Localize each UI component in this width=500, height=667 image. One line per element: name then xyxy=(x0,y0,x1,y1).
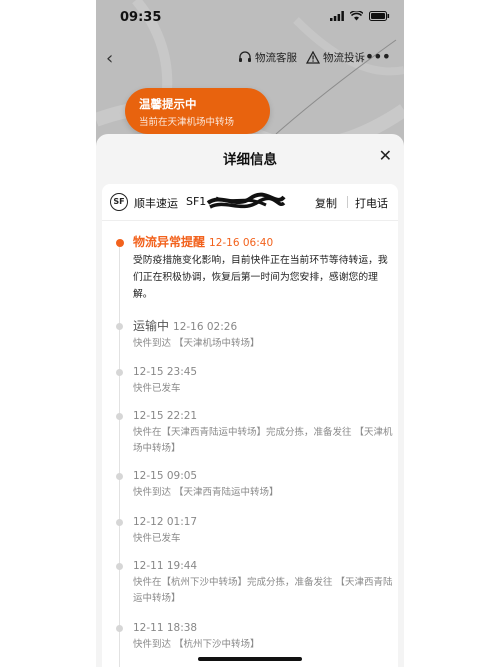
timeline-dot xyxy=(115,239,124,247)
event-time: 12-16 02:26 xyxy=(173,321,238,333)
sf-logo-icon: SF xyxy=(110,193,128,211)
hint-subtitle: 当前在天津机场中转场 xyxy=(139,117,235,128)
signal-icon xyxy=(330,11,344,21)
phone-screen: 09:35 ‹ 物流客服 物流投诉 ••• 温馨提示中 当前在天津机场中转场 详… xyxy=(96,0,404,667)
event-description: 快件已发车 xyxy=(133,533,181,544)
warning-icon xyxy=(306,51,320,64)
event-description: 快件已发车 xyxy=(133,383,181,394)
nav-bar: ‹ 物流客服 物流投诉 ••• xyxy=(96,44,404,74)
event-description: 受防疫措施变化影响，目前快件正在当前环节等待转运，我们正在积极协调，恢复后第一时… xyxy=(133,255,388,300)
more-icon[interactable]: ••• xyxy=(365,47,391,66)
copy-button[interactable]: 复制 xyxy=(315,195,337,211)
event-time: 12-15 22:21 xyxy=(133,410,198,422)
home-indicator[interactable] xyxy=(198,657,302,661)
timeline-event: 12-15 09:05 快件到达 【天津西青陆运中转场】 xyxy=(116,468,393,501)
detail-sheet: 详细信息 ✕ SF 顺丰速运 SF1 复制 打电话 物流异常提醒 12-16 0… xyxy=(96,134,404,667)
event-time: 12-15 23:45 xyxy=(133,366,198,378)
timeline-dot xyxy=(116,563,123,570)
timeline-event: 12-12 01:17 快件已发车 xyxy=(116,514,393,547)
timeline-event: 12-15 23:45 快件已发车 xyxy=(116,364,393,397)
timeline-dot xyxy=(116,413,123,420)
timeline-dot xyxy=(116,323,123,330)
timeline-dot xyxy=(116,369,123,376)
call-button[interactable]: 打电话 xyxy=(355,195,388,211)
event-time: 12-11 19:44 xyxy=(133,560,198,572)
timeline-event: 物流异常提醒 12-16 06:40 受防疫措施变化影响，目前快件正在当前环节等待… xyxy=(115,234,393,303)
timeline-event: 12-11 18:38 快件到达 【杭州下沙中转场】 xyxy=(116,620,393,653)
status-time: 09:35 xyxy=(120,10,162,25)
status-icons xyxy=(330,11,390,21)
complaint-label: 物流投诉 xyxy=(323,52,365,64)
customer-service-label: 物流客服 xyxy=(255,52,297,64)
waybill-number: SF1 xyxy=(186,195,207,208)
close-icon[interactable]: ✕ xyxy=(379,146,392,165)
event-time: 12-15 09:05 xyxy=(133,470,198,482)
timeline-line xyxy=(119,246,120,667)
tracking-card: SF 顺丰速运 SF1 复制 打电话 物流异常提醒 12-16 06:40 受防疫 xyxy=(102,184,398,667)
event-time: 12-12 01:17 xyxy=(133,516,198,528)
event-status: 物流异常提醒 xyxy=(133,235,206,249)
event-description: 快件在【天津西青陆运中转场】完成分拣，准备发往 【天津机场中转场】 xyxy=(133,427,393,454)
customer-service-button[interactable]: 物流客服 xyxy=(238,50,297,65)
timeline-event: 12-11 19:44 快件在【杭州下沙中转场】完成分拣，准备发往 【天津西青陆… xyxy=(116,558,393,606)
event-time: 12-16 06:40 xyxy=(209,237,274,249)
back-icon[interactable]: ‹ xyxy=(106,48,113,69)
waybill-row: SF 顺丰速运 SF1 复制 打电话 xyxy=(102,184,398,221)
event-status: 运输中 xyxy=(133,319,170,333)
event-description: 快件在【杭州下沙中转场】完成分拣，准备发往 【天津西青陆运中转场】 xyxy=(133,577,393,604)
event-description: 快件到达 【天津机场中转场】 xyxy=(133,338,260,349)
timeline-dot xyxy=(116,625,123,632)
event-description: 快件到达 【杭州下沙中转场】 xyxy=(133,639,260,650)
wifi-icon xyxy=(350,11,363,21)
sheet-title: 详细信息 xyxy=(223,152,277,168)
status-bar: 09:35 xyxy=(96,0,404,36)
timeline-event: 12-15 22:21 快件在【天津西青陆运中转场】完成分拣，准备发往 【天津机… xyxy=(116,408,393,456)
hint-title: 温馨提示中 xyxy=(139,97,197,111)
carrier-name: 顺丰速运 xyxy=(134,197,178,210)
timeline-dot xyxy=(116,519,123,526)
hint-banner[interactable]: 温馨提示中 当前在天津机场中转场 xyxy=(125,88,270,134)
complaint-button[interactable]: 物流投诉 xyxy=(306,50,365,65)
event-time: 12-11 18:38 xyxy=(133,622,198,634)
event-description: 快件到达 【天津西青陆运中转场】 xyxy=(133,487,279,498)
headset-icon xyxy=(239,51,251,62)
redaction-scribble xyxy=(206,192,286,209)
battery-icon xyxy=(369,11,390,21)
timeline-dot xyxy=(116,473,123,480)
divider xyxy=(347,196,348,208)
timeline-event: 运输中 12-16 02:26 快件到达 【天津机场中转场】 xyxy=(116,318,393,352)
